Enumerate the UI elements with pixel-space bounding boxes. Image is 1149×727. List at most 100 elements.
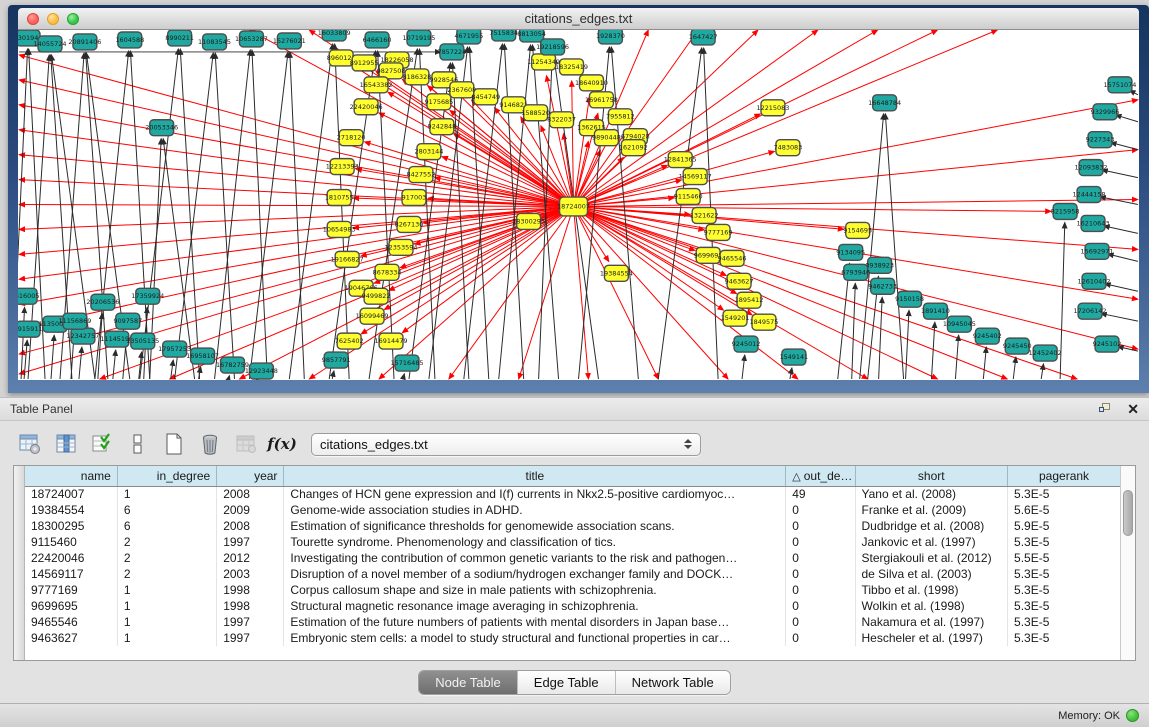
citation-edge-red[interactable] — [19, 206, 573, 254]
network-canvas[interactable]: 1872400789601238912955182260589827508818… — [18, 30, 1139, 380]
table-cell: Disruption of a novel member of a sodium… — [284, 566, 786, 582]
citation-edge[interactable] — [289, 44, 332, 379]
citation-edge-red[interactable] — [574, 30, 758, 206]
column-header-title[interactable]: title — [284, 466, 786, 486]
graph-node-label: 9857791 — [322, 356, 351, 364]
graph-node-label: 8454749 — [471, 93, 500, 101]
tab-network-table[interactable]: Network Table — [615, 671, 730, 694]
citation-edge[interactable] — [983, 347, 986, 379]
table-cell: 1 — [117, 486, 216, 502]
citation-edge[interactable] — [931, 322, 934, 379]
column-header-name[interactable]: name — [25, 466, 117, 486]
citation-edge-red[interactable] — [574, 206, 798, 379]
table-row[interactable]: 2242004622012Investigating the contribut… — [25, 550, 1120, 566]
row-height-icon[interactable] — [125, 431, 151, 457]
table-row[interactable]: 1872400712008Changes of HCN gene express… — [25, 486, 1120, 502]
new-table-icon[interactable] — [161, 431, 187, 457]
citation-edge[interactable] — [180, 49, 199, 379]
graph-node-label: 16210643 — [1077, 219, 1110, 227]
graph-node-label: 1849575 — [750, 318, 779, 326]
tab-edge-table[interactable]: Edge Table — [517, 671, 615, 694]
table-row[interactable]: 946362711997Embryonic stem cells: a mode… — [25, 630, 1120, 646]
citation-edge[interactable] — [175, 53, 214, 379]
table-cell: Structural magnetic resonance image aver… — [284, 598, 786, 614]
citation-edge[interactable] — [1111, 142, 1138, 149]
close-panel-icon[interactable]: ✕ — [1127, 402, 1139, 416]
citation-edge[interactable] — [249, 52, 288, 379]
table-row[interactable]: 1456911722003Disruption of a novel membe… — [25, 566, 1120, 582]
graph-node-label: 8215958 — [1051, 207, 1080, 215]
row-gutter — [14, 466, 25, 660]
table-cell: 0 — [786, 614, 855, 630]
citation-edge[interactable] — [24, 340, 27, 379]
citation-edge[interactable] — [852, 283, 856, 379]
citation-edge[interactable] — [879, 297, 883, 379]
table-row[interactable]: 977716911998Corpus callosum shape and si… — [25, 582, 1120, 598]
citation-edge-red[interactable] — [574, 206, 1078, 379]
graph-node-label: 7625402 — [335, 337, 364, 345]
table-row[interactable]: 946554611997Estimation of the future num… — [25, 614, 1120, 630]
table-row[interactable]: 1938455462009Genome-wide association stu… — [25, 502, 1120, 518]
citation-edge-red[interactable] — [574, 100, 1138, 207]
citation-edge[interactable] — [885, 114, 903, 379]
tab-node-table[interactable]: Node Table — [419, 671, 517, 694]
window-titlebar[interactable]: citations_edges.txt — [18, 8, 1139, 30]
citation-edge[interactable] — [113, 350, 116, 379]
table-scrollbar[interactable] — [1120, 466, 1135, 660]
graph-node-label: 9175685 — [424, 98, 453, 106]
graph-node-label: 8912955 — [350, 59, 379, 67]
column-header-indegree[interactable]: in_degree — [117, 466, 216, 486]
row-check-icon[interactable] — [89, 431, 115, 457]
graph-node-label: 9245450 — [1003, 342, 1032, 350]
citation-edge-red[interactable] — [574, 206, 1052, 211]
table-tabs: Node TableEdge TableNetwork Table — [418, 670, 731, 695]
table-cell: 5.3E-5 — [1008, 566, 1120, 582]
citation-edge[interactable] — [21, 307, 24, 379]
citation-edge-red[interactable] — [19, 206, 573, 304]
table-cell: 0 — [786, 566, 855, 582]
table-settings-icon[interactable] — [17, 431, 43, 457]
table-cell: Dudbridge et al. (2008) — [855, 518, 1008, 534]
column-header-year[interactable]: year — [217, 466, 284, 486]
citation-edge[interactable] — [742, 355, 745, 379]
select-column-icon[interactable] — [53, 431, 79, 457]
table-cell: 5.3E-5 — [1008, 614, 1120, 630]
citation-edge[interactable] — [369, 49, 417, 379]
delete-table-icon[interactable] — [197, 431, 223, 457]
column-header-outde[interactable]: △out_de… — [786, 466, 855, 486]
citation-edge[interactable] — [955, 335, 958, 379]
citation-edge-red[interactable] — [574, 150, 1138, 207]
network-file-select[interactable]: citations_edges.txt — [311, 433, 701, 456]
citation-edge[interactable] — [215, 50, 251, 379]
citation-edge[interactable] — [51, 335, 54, 379]
graph-node-label: 9227343 — [1086, 136, 1115, 144]
citation-edge[interactable] — [1041, 364, 1043, 379]
column-header-pagerank[interactable]: pagerank — [1008, 466, 1120, 486]
scrollbar-thumb[interactable] — [1123, 490, 1133, 536]
float-panel-icon[interactable] — [1099, 403, 1113, 415]
citation-edge[interactable] — [171, 360, 174, 379]
graph-node-label: 10719195 — [402, 34, 435, 42]
citation-edge[interactable] — [79, 347, 82, 379]
citation-edge[interactable] — [403, 374, 404, 379]
column-header-short[interactable]: short — [855, 466, 1008, 486]
network-view-window: citations_edges.txt 18724007896012389129… — [8, 5, 1149, 393]
citation-edge[interactable] — [1115, 115, 1137, 122]
table-cell: 19384554 — [25, 502, 117, 518]
formula-icon[interactable]: f(x) — [269, 431, 295, 457]
citation-edge[interactable] — [252, 50, 267, 379]
import-table-icon[interactable] — [233, 431, 259, 457]
citation-edge[interactable] — [215, 53, 234, 379]
graph-node-label: 1895412 — [735, 296, 764, 304]
citation-edge[interactable] — [1013, 357, 1016, 379]
citation-edge[interactable] — [290, 52, 304, 379]
table-cell: Wolkin et al. (1998) — [855, 598, 1008, 614]
citation-edge[interactable] — [332, 371, 334, 379]
citation-edge[interactable] — [229, 376, 230, 379]
table-row[interactable]: 911546021997Tourette syndrome. Phenomeno… — [25, 534, 1120, 550]
graph-node-label: 1621092 — [619, 144, 648, 152]
table-cell: Embryonic stem cells: a model to study s… — [284, 630, 786, 646]
table-row[interactable]: 969969511998Structural magnetic resonanc… — [25, 598, 1120, 614]
table-row[interactable]: 1830029562008Estimation of significance … — [25, 518, 1120, 534]
graph-node-label: 8186328 — [403, 73, 432, 81]
